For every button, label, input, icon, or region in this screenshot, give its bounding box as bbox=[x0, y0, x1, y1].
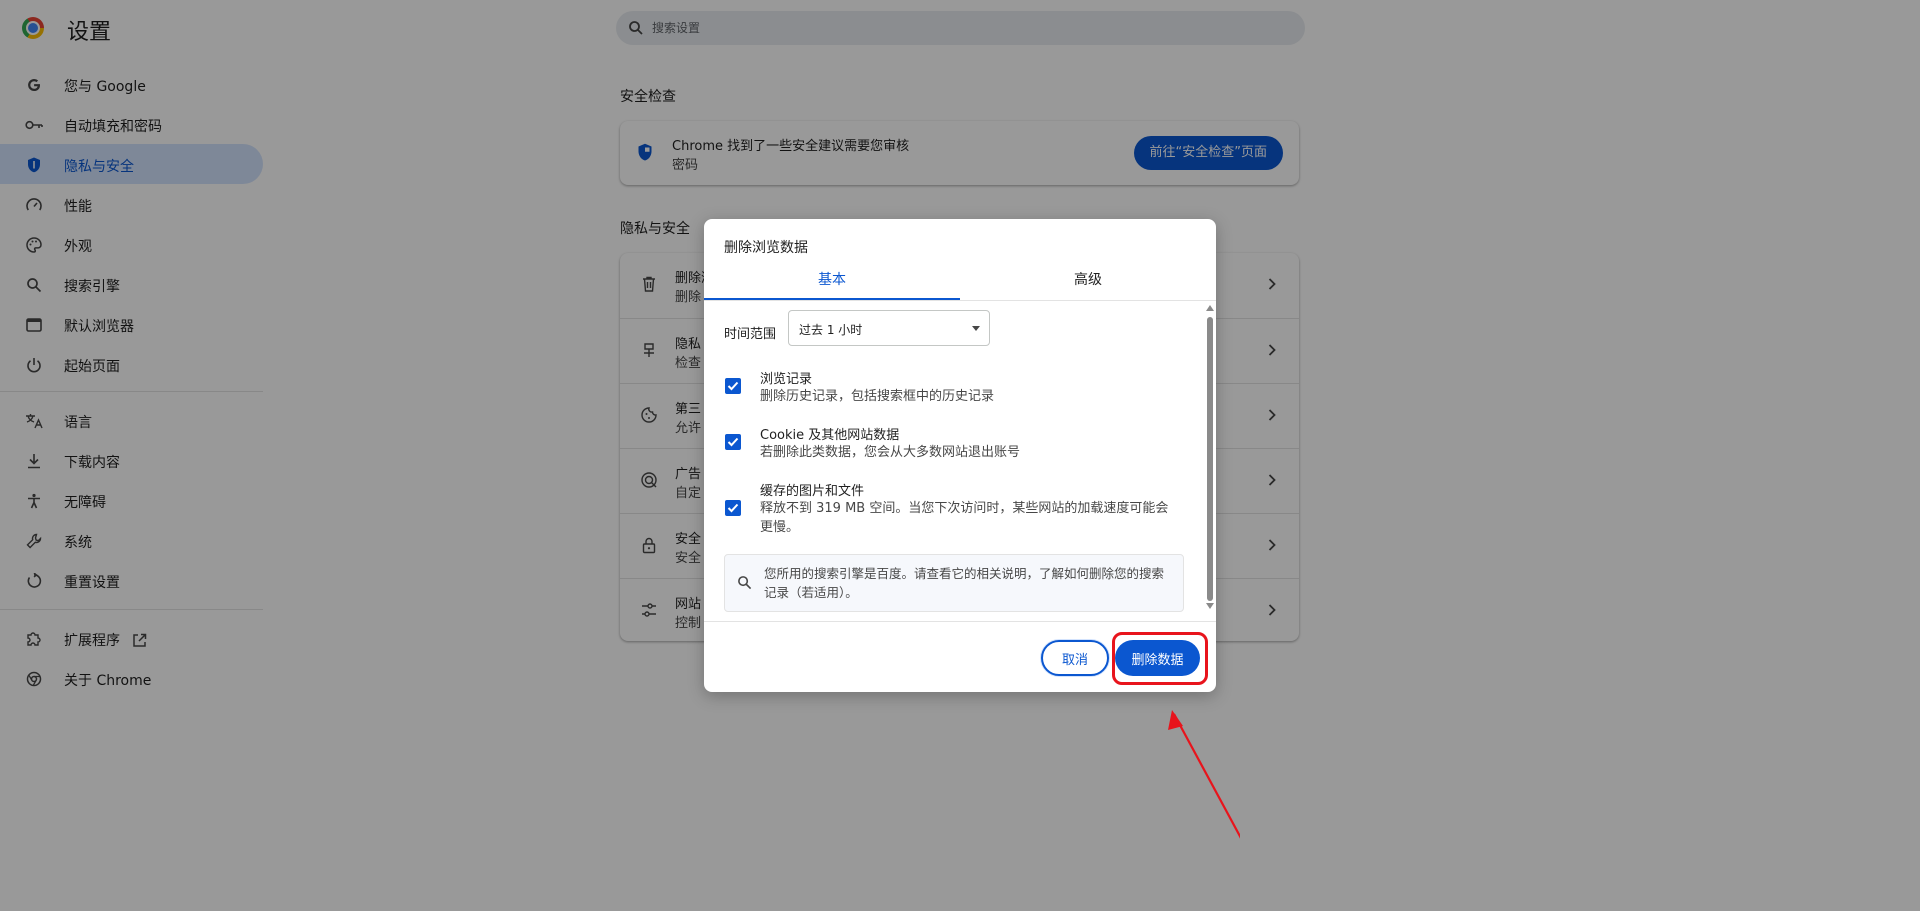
dialog-scrollbar[interactable] bbox=[1204, 301, 1216, 613]
option-title: 缓存的图片和文件 bbox=[760, 484, 865, 499]
scrollbar-thumb[interactable] bbox=[1207, 317, 1213, 601]
clear-browsing-data-dialog: 删除浏览数据 基本 高级 时间范围 过去 1 小时 浏览记录 删除历史记录，包括… bbox=[704, 219, 1216, 692]
time-range-value: 过去 1 小时 bbox=[799, 323, 863, 337]
footer-divider bbox=[704, 621, 1216, 622]
tab-advanced[interactable]: 高级 bbox=[960, 261, 1216, 299]
cancel-button[interactable]: 取消 bbox=[1041, 640, 1109, 676]
cache-checkbox[interactable] bbox=[725, 500, 741, 516]
option-title: 浏览记录 bbox=[760, 372, 813, 387]
scroll-up-arrow-icon[interactable] bbox=[1206, 305, 1214, 311]
checkmark-icon bbox=[727, 437, 739, 447]
browsing-history-checkbox[interactable] bbox=[725, 378, 741, 394]
cookies-checkbox[interactable] bbox=[725, 434, 741, 450]
search-engine-info-text: 您所用的搜索引擎是百度。请查看它的相关说明，了解如何删除您的搜索记录（若适用）。 bbox=[764, 566, 1165, 600]
time-range-label: 时间范围 bbox=[724, 327, 777, 342]
search-icon bbox=[738, 576, 752, 590]
annotation-highlight-box bbox=[1112, 632, 1208, 685]
scroll-down-arrow-icon[interactable] bbox=[1206, 603, 1214, 609]
option-title: Cookie 及其他网站数据 bbox=[760, 428, 900, 443]
option-desc: 释放不到 319 MB 空间。当您下次访问时，某些网站的加载速度可能会更慢。 bbox=[760, 501, 1169, 535]
search-engine-info: 您所用的搜索引擎是百度。请查看它的相关说明，了解如何删除您的搜索记录（若适用）。 bbox=[724, 554, 1184, 612]
option-desc: 删除历史记录，包括搜索框中的历史记录 bbox=[760, 389, 995, 404]
time-range-select[interactable]: 过去 1 小时 bbox=[788, 310, 990, 346]
dialog-title: 删除浏览数据 bbox=[724, 240, 808, 256]
checkmark-icon bbox=[727, 503, 739, 513]
checkmark-icon bbox=[727, 381, 739, 391]
dropdown-caret-icon bbox=[972, 326, 980, 331]
tab-basic[interactable]: 基本 bbox=[704, 261, 960, 299]
annotation-arrow-icon bbox=[1168, 710, 1240, 839]
option-desc: 若删除此类数据，您会从大多数网站退出账号 bbox=[760, 445, 1021, 460]
